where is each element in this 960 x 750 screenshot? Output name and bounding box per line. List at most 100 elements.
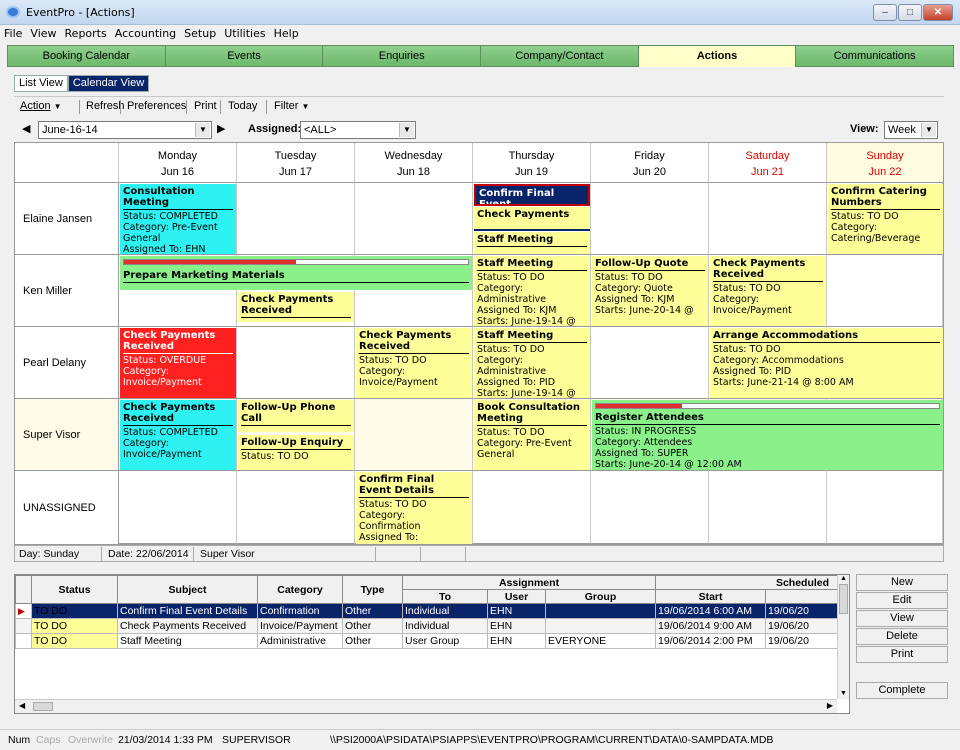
col-status[interactable]: Status	[31, 575, 118, 604]
action-menu-button[interactable]: Action ▼	[20, 100, 62, 112]
event-follow-up-quote[interactable]: Follow-Up Quote Status: TO DO Category: Qu…	[592, 256, 708, 326]
tab-events[interactable]: Events	[164, 45, 324, 67]
filter-menu-button[interactable]: Filter ▼	[274, 100, 309, 112]
close-button[interactable]: ✕	[923, 4, 953, 21]
menu-utilities[interactable]: Utilities	[220, 25, 269, 42]
event-check-payments[interactable]: Check Payments	[474, 207, 590, 231]
col-end[interactable]	[765, 589, 839, 604]
event-confirm-catering[interactable]: Confirm Catering Numbers Status: TO DO Cat…	[828, 184, 943, 254]
calendar-cell[interactable]	[355, 399, 473, 471]
calendar-cell[interactable]	[591, 327, 709, 399]
tab-booking-calendar[interactable]: Booking Calendar	[7, 45, 166, 67]
event-confirm-final-details[interactable]: Confirm Final Event Details Status: TO DO…	[356, 472, 472, 544]
new-button[interactable]: New	[856, 574, 948, 591]
col-category[interactable]: Category	[257, 575, 343, 604]
calendar-cell[interactable]	[237, 183, 355, 255]
event-consultation-meeting[interactable]: Consultation Meeting Status: COMPLETED Cat…	[120, 184, 236, 254]
event-category: Category:	[123, 366, 169, 377]
event-follow-up-phone-call[interactable]: Follow-Up Phone Call	[238, 400, 354, 432]
event-check-payments-overdue[interactable]: Check Payments Received Status: OVERDUE Ca…	[120, 328, 236, 398]
event-assigned: Assigned To:	[359, 532, 419, 543]
tab-calendar-view[interactable]: Calendar View	[67, 75, 150, 92]
horizontal-scrollbar[interactable]: ◀ ▶	[15, 699, 837, 713]
event-check-payments-sat[interactable]: Check Payments Received Status: TO DO Cate…	[710, 256, 826, 326]
menu-reports[interactable]: Reports	[61, 25, 111, 42]
scroll-down-icon[interactable]: ▼	[838, 690, 849, 697]
calendar-cell[interactable]	[827, 471, 943, 544]
refresh-button[interactable]: Refresh	[86, 100, 125, 112]
scroll-right-icon[interactable]: ▶	[827, 701, 833, 710]
tab-company-contact[interactable]: Company/Contact	[480, 45, 639, 67]
day-header-friday[interactable]: Friday Jun 20	[591, 143, 709, 183]
vertical-scrollbar[interactable]: ▲ ▼	[837, 575, 849, 699]
calendar-cell[interactable]	[709, 183, 827, 255]
tab-actions[interactable]: Actions	[637, 45, 797, 67]
menu-accounting[interactable]: Accounting	[111, 25, 180, 42]
today-button[interactable]: Today	[228, 100, 257, 112]
col-group[interactable]: Group	[544, 589, 657, 604]
day-header-thursday[interactable]: Thursday Jun 19	[473, 143, 591, 183]
scroll-left-icon[interactable]: ◀	[19, 701, 25, 710]
assigned-select[interactable]: <ALL> ▼	[300, 121, 416, 139]
num-lock-indicator: Num	[8, 734, 31, 746]
day-header-tuesday[interactable]: Tuesday Jun 17	[237, 143, 355, 183]
print-button[interactable]: Print	[856, 646, 948, 663]
menu-setup[interactable]: Setup	[180, 25, 220, 42]
event-arrange-accommodations[interactable]: Arrange Accommodations Status: TO DO Categ…	[710, 328, 943, 398]
event-prepare-marketing[interactable]: Prepare Marketing Materials	[120, 256, 472, 290]
minimize-button[interactable]: –	[873, 4, 897, 21]
scroll-up-icon[interactable]: ▲	[838, 575, 849, 582]
complete-button[interactable]: Complete	[856, 682, 948, 699]
calendar-cell[interactable]	[237, 471, 355, 544]
tab-list-view[interactable]: List View	[14, 75, 68, 92]
edit-button[interactable]: Edit	[856, 592, 948, 609]
date-select[interactable]: June-16-14 ▼	[38, 121, 212, 139]
calendar-cell[interactable]	[473, 471, 591, 544]
prev-arrow-icon[interactable]: ◀	[22, 122, 30, 135]
day-header-monday[interactable]: Monday Jun 16	[119, 143, 237, 183]
scroll-thumb[interactable]	[839, 584, 848, 614]
next-arrow-icon[interactable]: ▶	[217, 122, 225, 135]
event-staff-meeting-kjm[interactable]: Staff Meeting Status: TO DO Category: Admi…	[474, 256, 590, 326]
col-start[interactable]: Start	[655, 589, 767, 604]
col-type[interactable]: Type	[342, 575, 403, 604]
tab-communications[interactable]: Communications	[795, 45, 955, 67]
calendar-cell[interactable]	[355, 183, 473, 255]
restore-button[interactable]: □	[898, 4, 922, 21]
cell-status: TO DO	[31, 603, 118, 619]
menu-file[interactable]: File	[0, 25, 26, 42]
table-row[interactable]: ▶ TO DO Confirm Final Event Details Conf…	[15, 603, 839, 619]
preferences-button[interactable]: Preferences	[127, 100, 186, 112]
event-staff-meeting-pid[interactable]: Staff Meeting Status: TO DO Category: Admi…	[474, 328, 590, 398]
event-check-payments-completed[interactable]: Check Payments Received Status: COMPLETED…	[120, 400, 236, 470]
day-header-saturday[interactable]: Saturday Jun 21	[709, 143, 827, 183]
day-header-sunday[interactable]: Sunday Jun 22	[827, 143, 943, 183]
view-button[interactable]: View	[856, 610, 948, 627]
calendar-cell[interactable]	[827, 255, 943, 327]
menu-help[interactable]: Help	[270, 25, 303, 42]
event-confirm-final-event[interactable]: Confirm Final Event	[474, 184, 590, 206]
event-register-attendees[interactable]: Register Attendees Status: IN PROGRESS Cat…	[592, 400, 943, 470]
calendar-cell[interactable]	[591, 183, 709, 255]
event-staff-meeting[interactable]: Staff Meeting	[474, 232, 590, 254]
scroll-thumb-h[interactable]	[33, 702, 53, 711]
col-subject[interactable]: Subject	[117, 575, 258, 604]
menu-view[interactable]: View	[26, 25, 60, 42]
day-header-wednesday[interactable]: Wednesday Jun 18	[355, 143, 473, 183]
calendar-cell[interactable]	[591, 471, 709, 544]
table-row[interactable]: TO DO Check Payments Received Invoice/Pa…	[15, 618, 839, 634]
event-book-consultation[interactable]: Book Consultation Meeting Status: TO DO Ca…	[474, 400, 590, 470]
col-to[interactable]: To	[402, 589, 488, 604]
view-select[interactable]: Week ▼	[884, 121, 938, 139]
delete-button[interactable]: Delete	[856, 628, 948, 645]
print-toolbar-button[interactable]: Print	[194, 100, 217, 112]
event-check-payments-received[interactable]: Check Payments Received	[238, 292, 354, 322]
calendar-cell[interactable]	[709, 471, 827, 544]
event-check-payments-wed[interactable]: Check Payments Received Status: TO DO Cate…	[356, 328, 472, 398]
col-user[interactable]: User	[487, 589, 546, 604]
calendar-cell[interactable]	[237, 327, 355, 399]
tab-enquiries[interactable]: Enquiries	[322, 45, 482, 67]
event-follow-up-enquiry[interactable]: Follow-Up Enquiry Status: TO DO	[238, 435, 354, 470]
table-row[interactable]: TO DO Staff Meeting Administrative Other…	[15, 633, 839, 649]
calendar-cell[interactable]	[119, 471, 237, 544]
